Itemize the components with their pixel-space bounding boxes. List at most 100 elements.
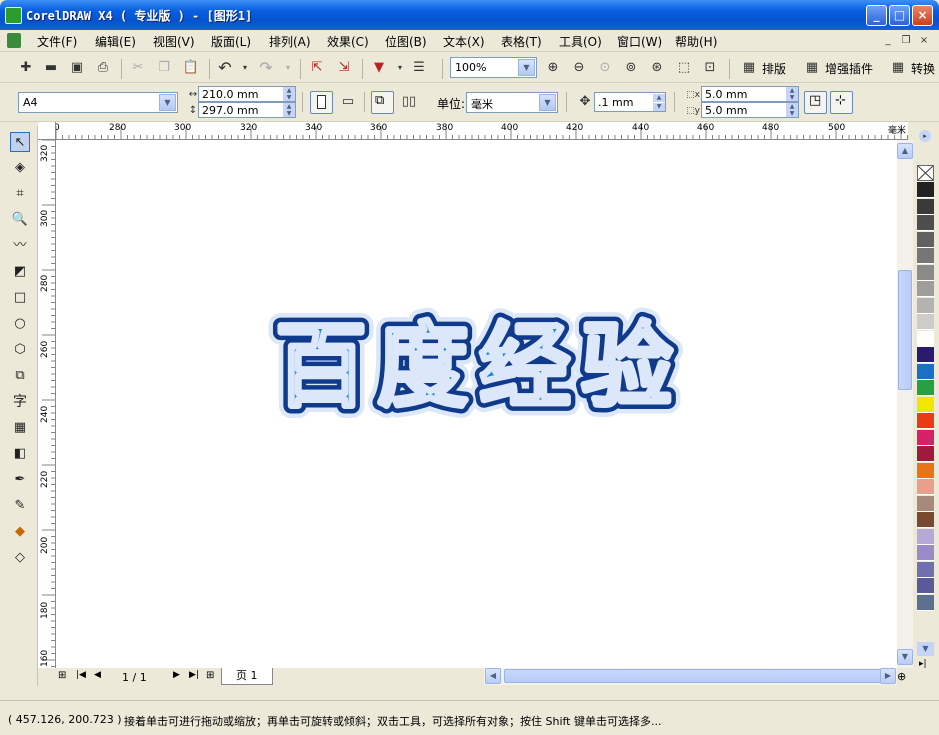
menu-help[interactable]: 帮助(H) [675, 33, 717, 50]
scroll-right-icon[interactable]: ▶ [880, 668, 896, 684]
document-icon[interactable] [7, 33, 21, 48]
crop-tool-icon[interactable]: ⌗ [10, 184, 30, 204]
color-swatch[interactable] [917, 578, 934, 594]
unit-select[interactable]: 毫米 ▼ [466, 92, 558, 113]
plugin-layout-button[interactable]: 排版 [762, 60, 786, 77]
scroll-left-icon[interactable]: ◀ [485, 668, 501, 684]
plugin-enhance-button[interactable]: 增强插件 [825, 60, 873, 77]
page-size-select[interactable]: A4 ▼ [18, 92, 178, 113]
spin-down-icon[interactable]: ▼ [786, 94, 798, 101]
color-swatch[interactable] [917, 347, 934, 363]
add-page-before-icon[interactable]: ⊞ [58, 670, 66, 681]
zoom-page-width-icon[interactable]: ⬚ [675, 59, 693, 77]
doc-close-button[interactable]: × [917, 34, 931, 48]
duplicate-distance-y-input[interactable]: 5.0 mm ▲ ▼ [701, 102, 799, 118]
color-swatch[interactable] [917, 528, 934, 545]
palette-scroll-down-icon[interactable]: ▼ [917, 642, 934, 656]
menu-edit[interactable]: 编辑(E) [95, 33, 136, 50]
color-swatch[interactable] [917, 231, 934, 248]
menu-text[interactable]: 文本(X) [443, 33, 485, 50]
page-width-input[interactable]: 210.0 mm ▲ ▼ [198, 86, 296, 102]
drawing-canvas[interactable]: 百度经验 百度经验 百度经验 [56, 140, 897, 668]
redo-dropdown-icon[interactable]: ▾ [279, 59, 297, 77]
outline-tool-icon[interactable]: ✎ [10, 496, 30, 516]
save-icon[interactable]: ▣ [68, 59, 86, 77]
spin-up-icon[interactable]: ▲ [283, 103, 295, 110]
first-page-icon[interactable]: |◀ [76, 670, 86, 680]
doc-minimize-button[interactable]: _ [881, 34, 895, 48]
current-page-button[interactable]: ▯▯ [400, 93, 418, 111]
color-swatch[interactable] [917, 363, 934, 380]
fill-tool-icon[interactable]: ◆ [10, 522, 30, 542]
menu-bitmaps[interactable]: 位图(B) [385, 33, 427, 50]
eyedropper-tool-icon[interactable]: ✒ [10, 470, 30, 490]
horizontal-scroll-thumb[interactable] [504, 669, 886, 683]
shape-tool-icon[interactable]: ◈ [10, 158, 30, 178]
color-swatch[interactable] [917, 215, 934, 231]
snap-to-objects-button[interactable]: ⊹ [830, 91, 853, 114]
plugin-convert-icon[interactable]: ▦ [889, 59, 907, 77]
horizontal-scrollbar[interactable]: ◀ ▶ [484, 668, 897, 685]
copy-icon[interactable]: ❐ [155, 59, 173, 77]
menu-view[interactable]: 视图(V) [153, 33, 195, 50]
vertical-scrollbar[interactable]: ▲ ▼ [897, 140, 913, 668]
color-swatch[interactable] [917, 281, 934, 297]
export-icon[interactable]: ⇲ [335, 59, 353, 77]
spin-up-icon[interactable]: ▲ [786, 103, 798, 110]
maximize-button[interactable]: □ [889, 5, 910, 26]
page-tab[interactable]: 页 1 [221, 668, 273, 685]
color-swatch[interactable] [917, 297, 934, 314]
menu-tools[interactable]: 工具(O) [559, 33, 602, 50]
menu-layout[interactable]: 版面(L) [211, 33, 251, 50]
interactive-tools-icon[interactable]: ◧ [10, 444, 30, 464]
scroll-up-icon[interactable]: ▲ [897, 143, 913, 159]
zoom-level-select[interactable]: 100% ▼ [450, 57, 537, 78]
zoom-all-objects-icon[interactable]: ⊚ [622, 59, 640, 77]
open-folder-icon[interactable]: ▬ [42, 59, 60, 77]
color-swatch[interactable] [917, 314, 934, 330]
zoom-out-icon[interactable]: ⊖ [570, 59, 588, 77]
welcome-screen-icon[interactable]: ☰ [410, 59, 428, 77]
basic-shapes-tool-icon[interactable]: ⧉ [10, 366, 30, 386]
menu-arrange[interactable]: 排列(A) [269, 33, 311, 50]
color-swatch[interactable] [917, 182, 934, 198]
zoom-tool-icon[interactable]: 🔍 [10, 210, 30, 230]
zoom-page-height-icon[interactable]: ⊡ [701, 59, 719, 77]
color-swatch[interactable] [917, 429, 934, 446]
ellipse-tool-icon[interactable]: ○ [10, 314, 30, 334]
last-page-icon[interactable]: ▶| [189, 670, 199, 680]
undo-icon[interactable]: ↶ [216, 59, 234, 77]
spin-down-icon[interactable]: ▼ [283, 110, 295, 117]
paste-icon[interactable]: 📋 [182, 59, 200, 77]
portrait-button[interactable] [310, 91, 333, 114]
color-swatch[interactable] [917, 264, 934, 281]
ruler-origin[interactable] [38, 122, 56, 140]
menu-table[interactable]: 表格(T) [501, 33, 542, 50]
color-swatch[interactable] [917, 446, 934, 462]
landscape-button[interactable]: ▭ [339, 93, 357, 111]
previous-page-icon[interactable]: ◀ [94, 670, 101, 680]
undo-dropdown-icon[interactable]: ▾ [236, 59, 254, 77]
palette-flyout-icon[interactable]: ▸| [919, 659, 927, 669]
text-tool-icon[interactable]: 字 [10, 392, 30, 412]
color-swatch[interactable] [917, 198, 934, 215]
plugin-enhance-icon[interactable]: ▦ [803, 59, 821, 77]
cut-icon[interactable]: ✂ [129, 59, 147, 77]
zoom-in-icon[interactable]: ⊕ [544, 59, 562, 77]
chevron-down-icon[interactable]: ▼ [539, 94, 556, 111]
spin-up-icon[interactable]: ▲ [653, 94, 665, 102]
menu-file[interactable]: 文件(F) [37, 33, 77, 50]
application-launcher-icon[interactable]: ▼ [370, 59, 388, 77]
all-pages-button[interactable]: ⧉ [371, 91, 394, 114]
color-swatch[interactable] [917, 396, 934, 413]
vertical-scroll-thumb[interactable] [898, 270, 912, 390]
next-page-icon[interactable]: ▶ [173, 670, 180, 680]
rectangle-tool-icon[interactable]: □ [10, 288, 30, 308]
plugin-layout-icon[interactable]: ▦ [740, 59, 758, 77]
navigator-icon[interactable]: ⊕ [897, 670, 906, 683]
spin-down-icon[interactable]: ▼ [786, 110, 798, 117]
color-swatch[interactable] [917, 413, 934, 429]
menu-effects[interactable]: 效果(C) [327, 33, 369, 50]
nudge-distance-input[interactable]: .1 mm ▲ ▼ [594, 92, 666, 112]
spin-down-icon[interactable]: ▼ [283, 94, 295, 101]
